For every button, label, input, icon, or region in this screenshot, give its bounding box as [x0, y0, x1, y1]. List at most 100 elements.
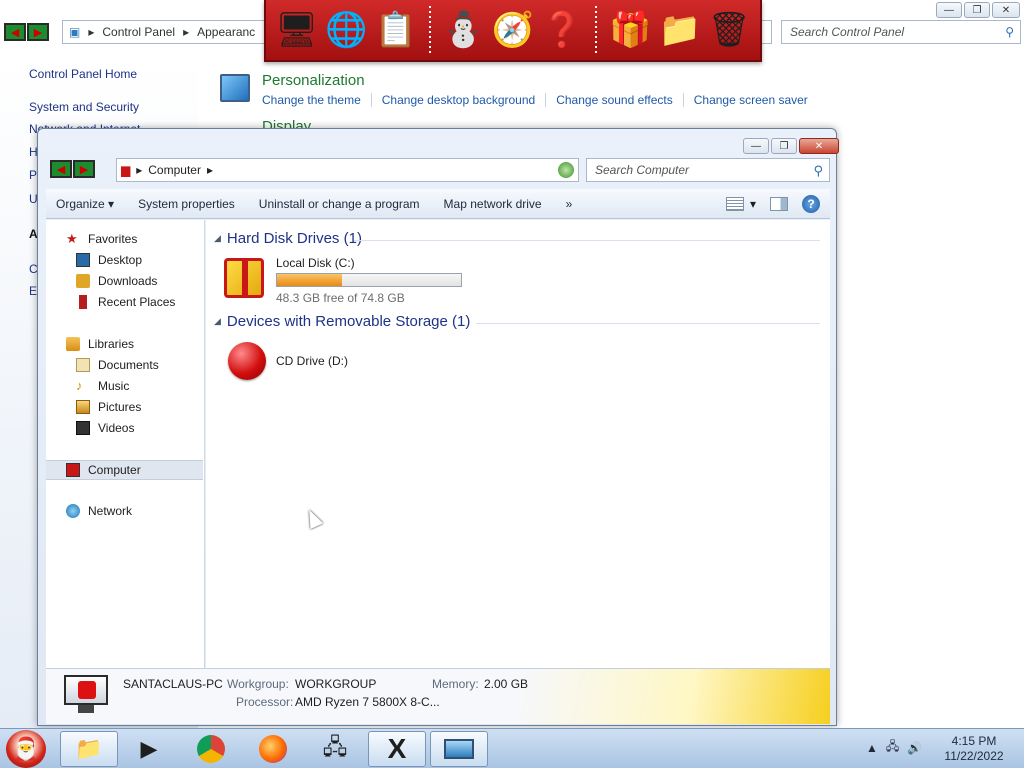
preview-pane-icon[interactable] [770, 196, 788, 211]
back-button[interactable]: ◀ [4, 23, 26, 41]
show-hidden-icons-icon[interactable]: ▲ [866, 741, 878, 755]
nav-favorites[interactable]: ★ Favorites [66, 231, 137, 247]
nav-music[interactable]: ♪ Music [76, 379, 129, 394]
link-change-theme[interactable]: Change the theme [262, 93, 371, 107]
pictures-icon [76, 400, 90, 414]
drive-c-usage-bar [276, 273, 462, 287]
uninstall-program-button[interactable]: Uninstall or change a program [249, 197, 430, 211]
forward-button[interactable]: ▶ [73, 160, 95, 178]
maximize-button[interactable]: ❐ [771, 138, 797, 154]
nav-desktop-label: Desktop [98, 253, 143, 267]
pc-name: SANTACLAUS-PC [123, 677, 223, 691]
nav-network[interactable]: Network [66, 504, 132, 518]
cp-link-e[interactable]: E [29, 284, 37, 298]
taskbar-firefox-icon[interactable] [244, 731, 302, 767]
back-button[interactable]: ◀ [50, 160, 72, 178]
cp-link-system-security[interactable]: System and Security [29, 100, 139, 114]
notepad-icon[interactable]: 📋 [373, 5, 419, 55]
cp-link-home[interactable]: Control Panel Home [29, 67, 137, 81]
drive-c-name: Local Disk (C:) [276, 256, 355, 270]
taskbar-chrome-icon[interactable] [182, 731, 240, 767]
taskbar-x-app-icon[interactable]: X [368, 731, 426, 767]
folder-icon[interactable]: 📁 [657, 5, 703, 55]
collapse-triangle-icon[interactable]: ◢ [214, 233, 221, 244]
nav-desktop[interactable]: Desktop [76, 253, 142, 267]
close-button[interactable]: ✕ [992, 2, 1020, 18]
group-hard-disk-drives[interactable]: ◢ Hard Disk Drives (1) [214, 230, 362, 247]
nav-documents[interactable]: Documents [76, 358, 159, 372]
start-button-santa-icon[interactable]: 🎅 [6, 730, 46, 768]
clock-time: 4:15 PM [951, 734, 997, 748]
chevron-right-icon: ▸ [88, 25, 95, 39]
maximize-button[interactable]: ❐ [964, 2, 990, 18]
nav-videos[interactable]: Videos [76, 421, 134, 435]
group-removable-storage[interactable]: ◢ Devices with Removable Storage (1) [214, 313, 470, 330]
computer-icon[interactable]: 🖥 [274, 5, 320, 55]
network-status-icon[interactable]: 🖧 [886, 737, 899, 758]
breadcrumb-computer[interactable]: Computer [148, 163, 201, 177]
system-properties-button[interactable]: System properties [128, 197, 245, 211]
nav-computer-label: Computer [88, 463, 141, 477]
snowman-icon[interactable]: ⛄ [441, 5, 487, 55]
chevron-right-icon: ▸ [183, 25, 190, 39]
address-bar[interactable]: ▆ ▸ Computer ▸ ▼ [116, 158, 579, 182]
cp-window-controls: — ❐ ✕ [936, 2, 1020, 18]
nav-pictures[interactable]: Pictures [76, 400, 141, 414]
more-commands-button[interactable]: » [556, 197, 583, 211]
minimize-button[interactable]: — [743, 138, 769, 154]
search-placeholder: Search Computer [595, 163, 690, 177]
clock[interactable]: 4:15 PM 11/22/2022 [930, 734, 1018, 764]
cp-breadcrumb-appearance[interactable]: Appearanc [197, 25, 255, 39]
forward-button[interactable]: ▶ [27, 23, 49, 41]
minimize-button[interactable]: — [936, 2, 962, 18]
nav-libraries-label: Libraries [88, 337, 135, 351]
dock-separator [595, 6, 598, 54]
link-change-sound[interactable]: Change sound effects [545, 93, 683, 107]
cp-link-p[interactable]: P [29, 168, 37, 182]
nav-buttons: ◀ ▶ [50, 160, 95, 178]
map-network-drive-button[interactable]: Map network drive [434, 197, 552, 211]
search-input[interactable]: Search Computer ⚲ [586, 158, 830, 182]
collapse-triangle-icon[interactable]: ◢ [214, 316, 221, 327]
gift-icon[interactable]: 🎁 [607, 5, 653, 55]
taskbar-network-icon[interactable]: 🖧 [306, 731, 364, 767]
taskbar-display-icon[interactable] [430, 731, 488, 767]
desktop-icon [76, 253, 90, 267]
personalization-title[interactable]: Personalization [262, 72, 365, 89]
cp-breadcrumb-control-panel[interactable]: Control Panel [102, 25, 175, 39]
personalization-icon [220, 74, 250, 102]
cp-search-input[interactable]: Search Control Panel ⚲ [781, 20, 1021, 44]
taskbar-media-player-icon[interactable]: ▶ [120, 731, 178, 767]
libraries-icon [66, 337, 80, 351]
refresh-icon[interactable] [558, 162, 574, 178]
view-icon [725, 196, 744, 211]
taskbar-folder-icon[interactable]: 📁 [60, 731, 118, 767]
computer-icon [64, 675, 108, 715]
chevron-right-icon: ▸ [136, 163, 143, 177]
star-icon: ★ [66, 231, 78, 246]
organize-button[interactable]: Organize ▾ [46, 197, 124, 211]
search-icon[interactable]: ⚲ [813, 163, 823, 179]
drive-c-free-space: 48.3 GB free of 74.8 GB [276, 291, 405, 305]
nav-computer[interactable]: Computer [46, 460, 203, 480]
control-panel-icon[interactable]: 🧭 [490, 5, 536, 55]
group-removable-title: Devices with Removable Storage (1) [226, 313, 471, 330]
recycle-bin-icon[interactable]: 🗑 [706, 5, 752, 55]
close-button[interactable]: ✕ [799, 138, 839, 154]
volume-icon[interactable]: 🔊 [907, 741, 922, 755]
nav-downloads[interactable]: Downloads [76, 274, 157, 288]
nav-recent-places[interactable]: Recent Places [76, 295, 175, 309]
help-icon[interactable]: ❓ [540, 5, 586, 55]
help-icon[interactable]: ? [802, 194, 820, 213]
monitor-screen [64, 675, 108, 705]
nav-videos-label: Videos [98, 421, 135, 435]
globe-icon[interactable]: 🌐 [324, 5, 370, 55]
search-icon: ⚲ [1005, 25, 1014, 39]
link-change-screensaver[interactable]: Change screen saver [682, 93, 818, 107]
change-view-button[interactable]: ▾ [725, 196, 756, 211]
content-pane: ◢ Hard Disk Drives (1) Local Disk (C:) 4… [206, 220, 830, 668]
videos-icon [76, 421, 90, 435]
chevron-right-icon[interactable]: ▸ [207, 163, 213, 177]
link-change-background[interactable]: Change desktop background [370, 93, 545, 107]
nav-libraries[interactable]: Libraries [66, 337, 134, 351]
